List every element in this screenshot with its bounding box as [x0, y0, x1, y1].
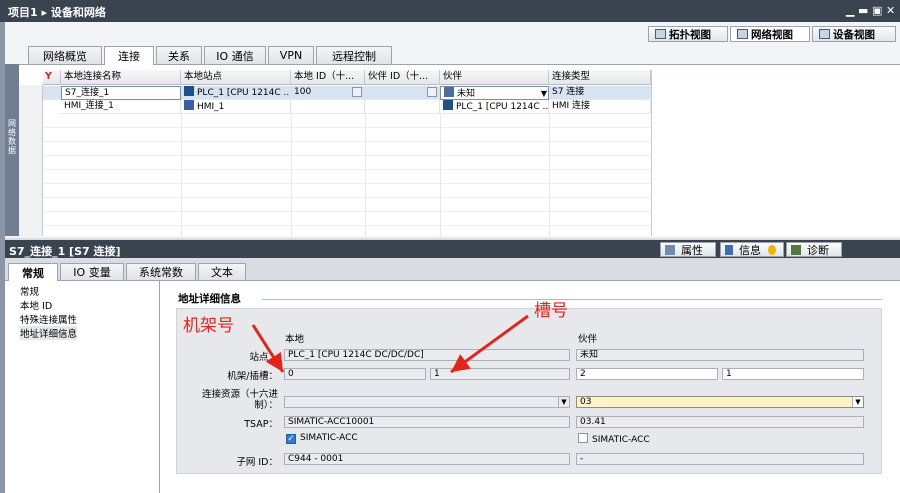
rack-arrow: [251, 324, 285, 373]
tab-general[interactable]: 常规: [8, 263, 58, 281]
slot-arrow: [450, 314, 529, 374]
annotation-arrows: [251, 314, 529, 374]
tab-connections[interactable]: 连接: [104, 46, 154, 65]
